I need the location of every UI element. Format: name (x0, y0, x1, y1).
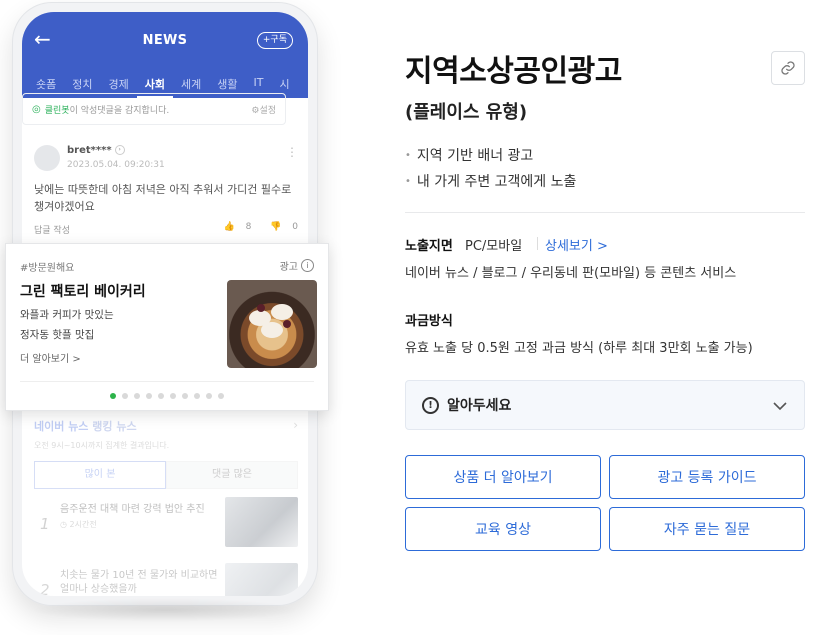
education-video-button[interactable]: 교육 영상 (405, 507, 601, 551)
carousel-dot[interactable] (146, 393, 152, 399)
photo-detail (261, 322, 283, 338)
page-subtitle: (플레이스 유형) (405, 102, 528, 123)
carousel-dot[interactable] (158, 393, 164, 399)
bullet-icon: • (405, 149, 411, 161)
notice-title: 알아두세요 (447, 398, 512, 414)
carousel-dot[interactable] (194, 393, 200, 399)
subscribe-button[interactable]: +구독 (256, 32, 293, 49)
chevron-down-icon (772, 396, 788, 415)
bullet-icon: • (405, 175, 411, 187)
feature-item: • 내 가게 주변 고객에게 노출 (405, 174, 577, 190)
exposure-label: 노출지면 (405, 239, 453, 254)
news-topbar: ← NEWS +구독 (22, 12, 308, 70)
tab-most-viewed[interactable]: 많이 본 (34, 461, 166, 489)
ad-more-link[interactable]: 더 알아보기 > (20, 350, 81, 365)
comment-votes: 👍 8 👎 0 (207, 222, 298, 232)
registration-guide-button[interactable]: 광고 등록 가이드 (609, 455, 805, 499)
ad-photo-waffle (227, 280, 317, 368)
reply-link[interactable]: 답글 작성 (34, 223, 70, 236)
ranking-news: 네이버 뉴스 랭킹 뉴스 › 오전 9시~10시까지 집계한 결과입니다. 많이… (34, 418, 298, 596)
divider (405, 212, 805, 213)
link-icon (781, 61, 795, 75)
cleanbot-icon: ◎ (32, 103, 41, 115)
ranking-headline: 음주운전 대책 마련 강력 법안 추진 (60, 504, 205, 515)
ad-description: 와플과 커피가 맛있는 (20, 309, 114, 321)
tab-most-commented[interactable]: 댓글 많은 (166, 461, 298, 489)
clock-icon: ◷ (60, 520, 67, 529)
ranking-time: ◷ 2시간전 (60, 520, 97, 529)
notice-accordion[interactable]: ! 알아두세요 (405, 380, 805, 430)
comment-text: 낮에는 따뜻한데 아침 저녁은 아직 추워서 가디건 필수로 챙겨야겠어요 (34, 183, 292, 213)
photo-detail (283, 320, 291, 328)
chevron-right-icon[interactable]: › (293, 418, 298, 432)
ranking-tabs: 많이 본 댓글 많은 (34, 461, 298, 489)
alert-circle-icon: ! (422, 396, 439, 414)
ad-card[interactable]: #방문원해요 광고 i 그린 팩토리 베이커리 와플과 커피가 맛있는 정자동 핫… (5, 243, 329, 411)
cleanbot-settings[interactable]: ⚙설정 (251, 103, 276, 116)
carousel-dot[interactable] (122, 393, 128, 399)
ad-title: 그린 팩토리 베이커리 (20, 284, 146, 300)
carousel-dot[interactable] (206, 393, 212, 399)
billing-description: 유효 노출 당 0.5원 고정 과금 방식 (하루 최대 3만회 노출 가능) (405, 341, 753, 356)
exposure-description: 네이버 뉴스 / 블로그 / 우리동네 판(모바일) 등 콘텐츠 서비스 (405, 266, 737, 281)
ad-hashtag: #방문원해요 (20, 263, 75, 274)
ad-divider (20, 381, 314, 382)
info-icon: i (301, 259, 314, 272)
photo-detail (271, 304, 293, 320)
ranking-number: 1 (40, 515, 50, 533)
comment-user[interactable]: bret**** › (67, 145, 125, 156)
vertical-divider (537, 237, 538, 250)
cleanbot-text: 이 악성댓글을 감지합니다. (69, 105, 170, 116)
feature-item: • 지역 기반 배너 광고 (405, 148, 534, 164)
carousel-dot[interactable] (134, 393, 140, 399)
feature-list: • 지역 기반 배너 광고 • 내 가게 주변 고객에게 노출 (405, 142, 576, 194)
phone-shadow (30, 598, 300, 622)
learn-more-button[interactable]: 상품 더 알아보기 (405, 455, 601, 499)
cleanbot-brand: 클린봇 (44, 105, 70, 116)
ranking-headline: 치솟는 물가 10년 전 물가와 비교하면 얼마나 상승했을까 (60, 570, 218, 595)
billing-label: 과금방식 (405, 314, 453, 329)
avatar (34, 145, 60, 171)
faq-button[interactable]: 자주 묻는 질문 (609, 507, 805, 551)
carousel-dot[interactable] (182, 393, 188, 399)
carousel-dots (6, 393, 328, 399)
photo-detail (257, 304, 265, 312)
ranking-thumbnail (225, 563, 298, 596)
dislike-button[interactable]: 👎 0 (262, 222, 298, 232)
action-buttons: 상품 더 알아보기 광고 등록 가이드 교육 영상 자주 묻는 질문 (405, 455, 805, 551)
carousel-dot-active[interactable] (110, 393, 116, 399)
ad-description: 정자동 핫플 맛집 (20, 329, 95, 341)
ranking-thumbnail (225, 497, 298, 547)
ranking-title: 네이버 뉴스 랭킹 뉴스 (34, 420, 137, 433)
thumbs-up-icon: 👍 (223, 222, 235, 232)
ranking-item[interactable]: 1 음주운전 대책 마련 강력 법안 추진 ◷ 2시간전 (34, 497, 298, 559)
more-vertical-icon[interactable]: ⋮ (286, 145, 298, 159)
thumbs-down-icon: 👎 (270, 222, 282, 232)
ad-label[interactable]: 광고 i (280, 258, 314, 273)
like-button[interactable]: 👍 8 (215, 222, 251, 232)
carousel-dot[interactable] (218, 393, 224, 399)
chevron-right-icon: › (114, 145, 125, 155)
carousel-dot[interactable] (170, 393, 176, 399)
cleanbot-bar: ◎ 클린봇 이 악성댓글을 감지합니다. ⚙설정 (22, 93, 286, 125)
comment-date: 2023.05.04. 09:20:31 (67, 160, 165, 170)
copy-link-button[interactable] (771, 51, 805, 85)
ranking-subtitle: 오전 9시~10시까지 집계한 결과입니다. (34, 441, 170, 450)
ranking-item[interactable]: 2 치솟는 물가 10년 전 물가와 비교하면 얼마나 상승했을까 (34, 563, 298, 596)
ranking-number: 2 (40, 581, 50, 596)
exposure-value: PC/모바일 (465, 239, 523, 254)
page-title: 지역소상공인광고 (405, 54, 622, 89)
details-link[interactable]: 상세보기 > (545, 235, 608, 254)
